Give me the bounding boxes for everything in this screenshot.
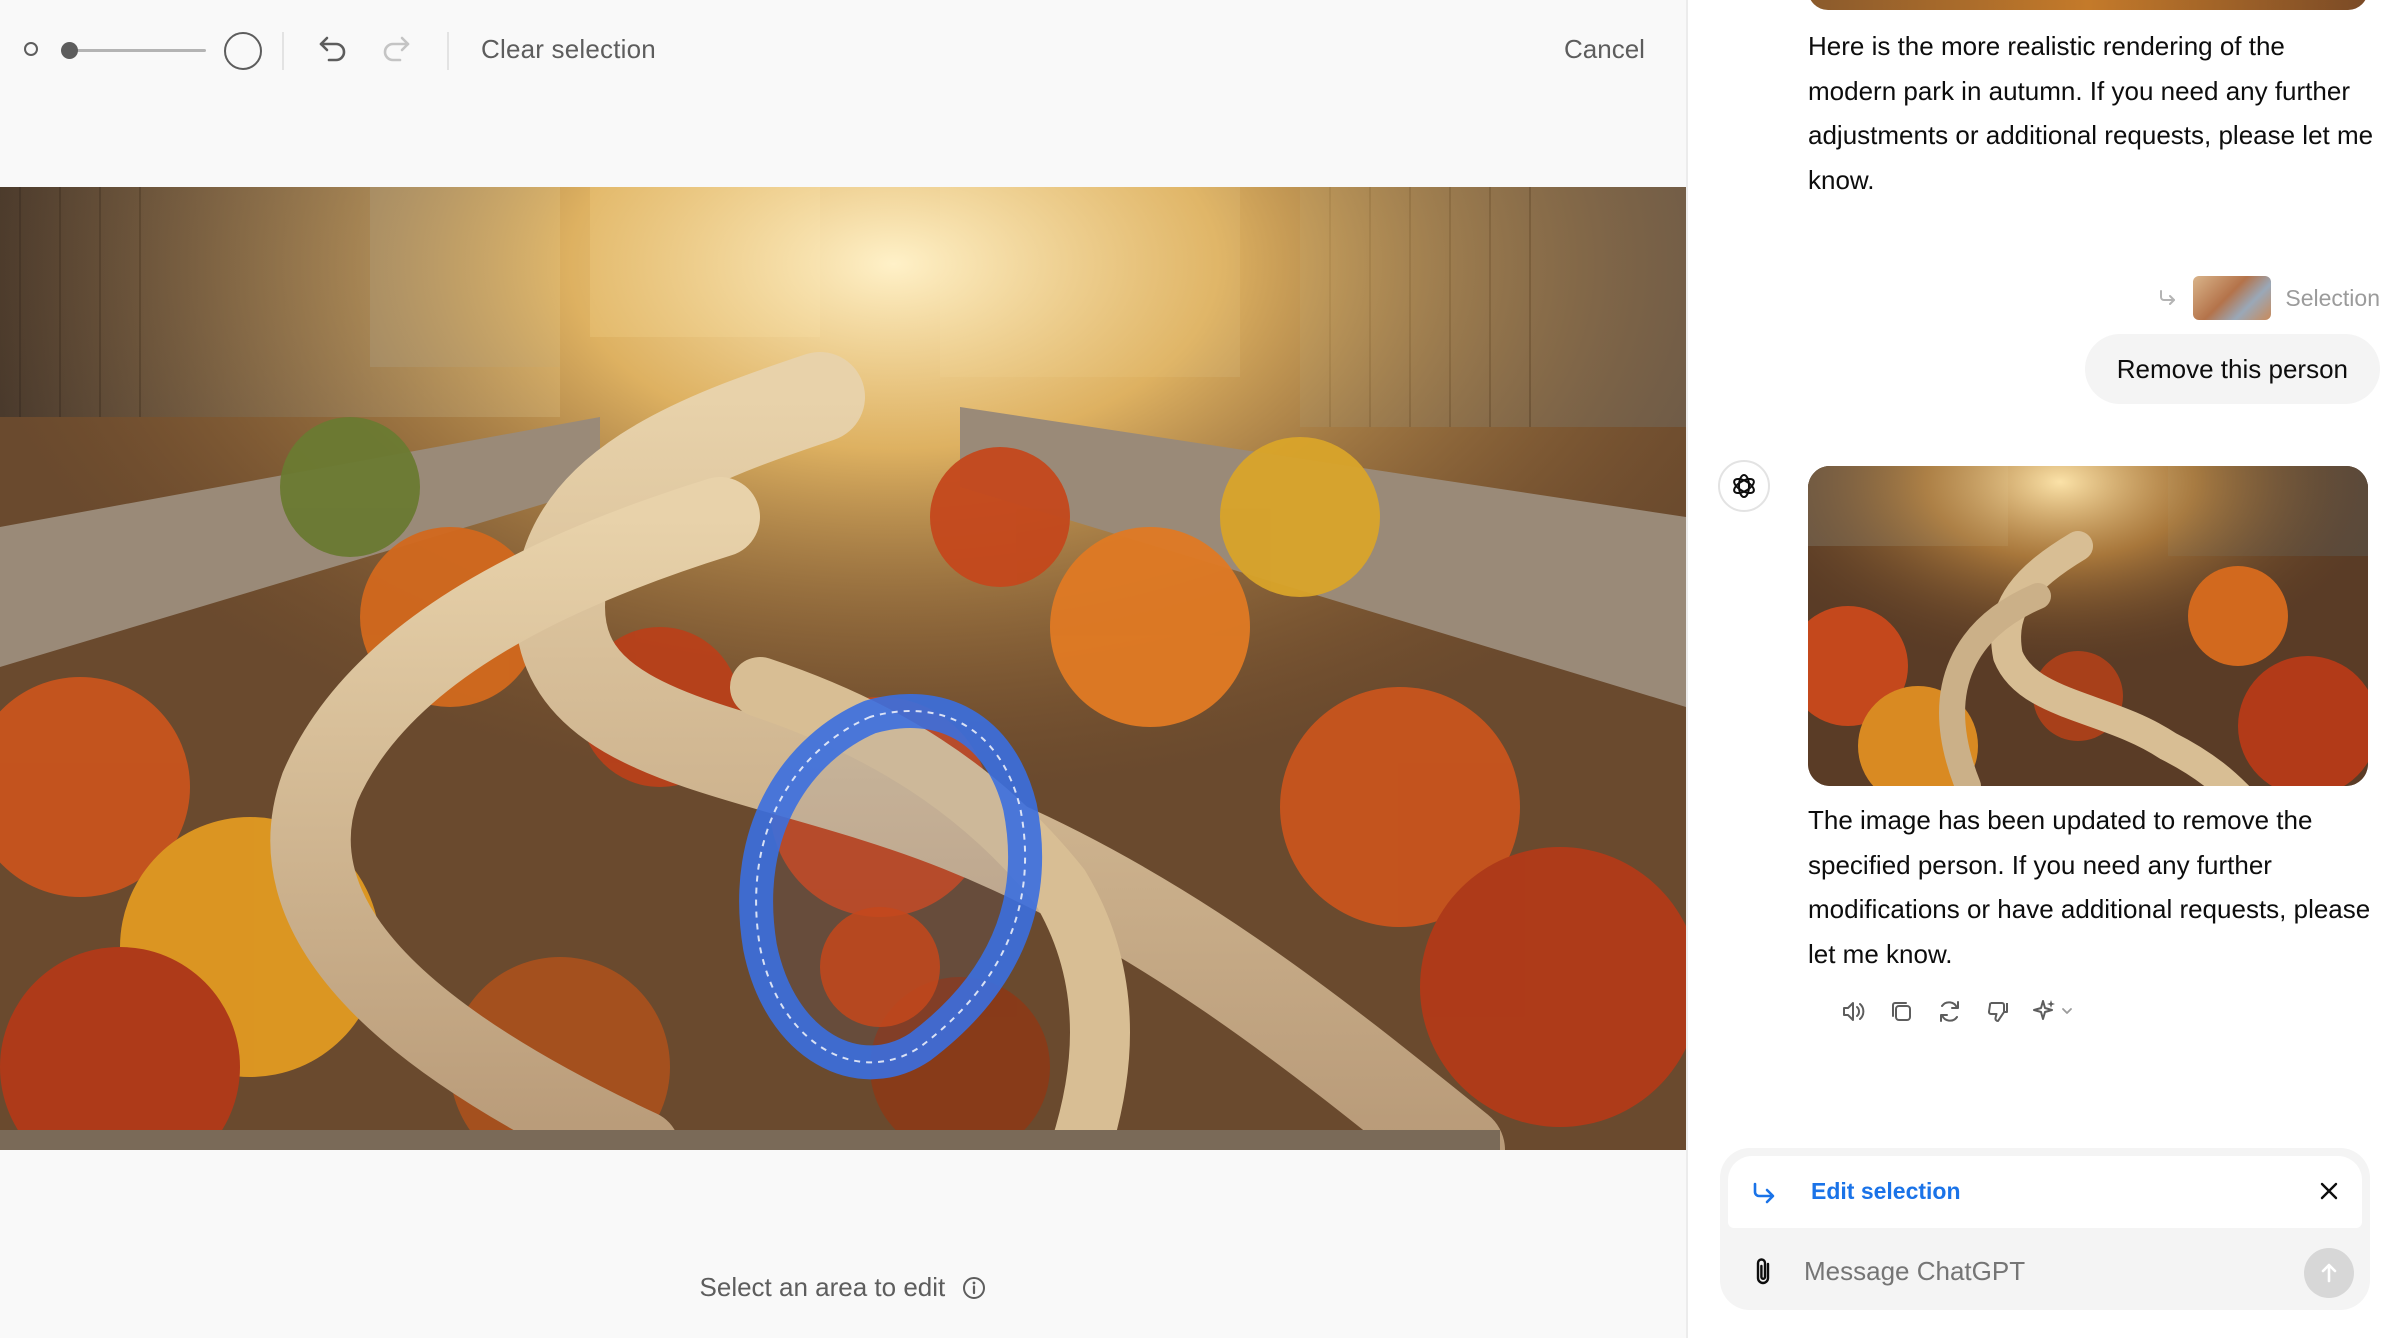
send-button[interactable] — [2304, 1248, 2354, 1298]
edit-selection-bar: Edit selection — [1728, 1156, 2362, 1228]
sparkle-icon[interactable] — [2030, 996, 2078, 1027]
selection-thumbnail — [2193, 276, 2272, 320]
thumbs-down-icon[interactable] — [1982, 996, 2013, 1027]
toolbar-divider — [447, 32, 449, 70]
editor-toolbar: Clear selection Cancel — [0, 0, 1686, 100]
toolbar-divider — [282, 32, 284, 70]
edit-canvas-image[interactable] — [0, 187, 1686, 1150]
attach-paperclip-icon[interactable] — [1748, 1255, 1778, 1289]
brush-size-max-icon — [224, 32, 262, 70]
chat-panel: Here is the more realistic rendering of … — [1688, 0, 2400, 1338]
openai-logo-icon — [1733, 474, 1755, 498]
speaker-icon[interactable] — [1838, 996, 1869, 1027]
assistant-message: Here is the more realistic rendering of … — [1808, 31, 2374, 195]
message-input[interactable] — [1804, 1256, 2224, 1287]
undo-icon[interactable] — [315, 30, 351, 66]
assistant-message: The image has been updated to remove the… — [1808, 805, 2371, 969]
brush-size-slider-thumb[interactable] — [61, 42, 78, 59]
selection-reference: Selection — [2155, 276, 2380, 320]
message-actions — [1838, 996, 2078, 1027]
message-composer: Edit selection — [1720, 1148, 2370, 1310]
info-icon[interactable] — [962, 1276, 986, 1307]
clear-selection-button[interactable]: Clear selection — [481, 34, 656, 65]
hint-text: Select an area to edit — [699, 1272, 946, 1302]
assistant-avatar — [1718, 460, 1770, 512]
previous-image-preview[interactable] — [1808, 0, 2368, 10]
edit-selection-label: Edit selection — [1811, 1178, 1961, 1204]
user-message: Remove this person — [2084, 334, 2380, 404]
image-editor: Clear selection Cancel Select an area to… — [0, 0, 1686, 1338]
copy-icon[interactable] — [1886, 996, 1917, 1027]
cancel-button[interactable]: Cancel — [1564, 34, 1645, 65]
edit-arrow-icon — [1748, 1178, 1778, 1208]
regenerate-icon[interactable] — [1934, 996, 1965, 1027]
edited-image-result[interactable] — [1808, 466, 2368, 786]
reply-arrow-icon — [2160, 290, 2176, 305]
arrow-up-icon — [2321, 1263, 2337, 1283]
brush-size-min-icon — [24, 42, 38, 56]
redo-icon[interactable] — [378, 30, 414, 66]
brush-size-slider[interactable] — [68, 49, 206, 52]
select-area-hint: Select an area to edit — [0, 1272, 1686, 1307]
close-icon[interactable] — [2314, 1176, 2344, 1206]
selection-label: Selection — [2285, 284, 2380, 311]
